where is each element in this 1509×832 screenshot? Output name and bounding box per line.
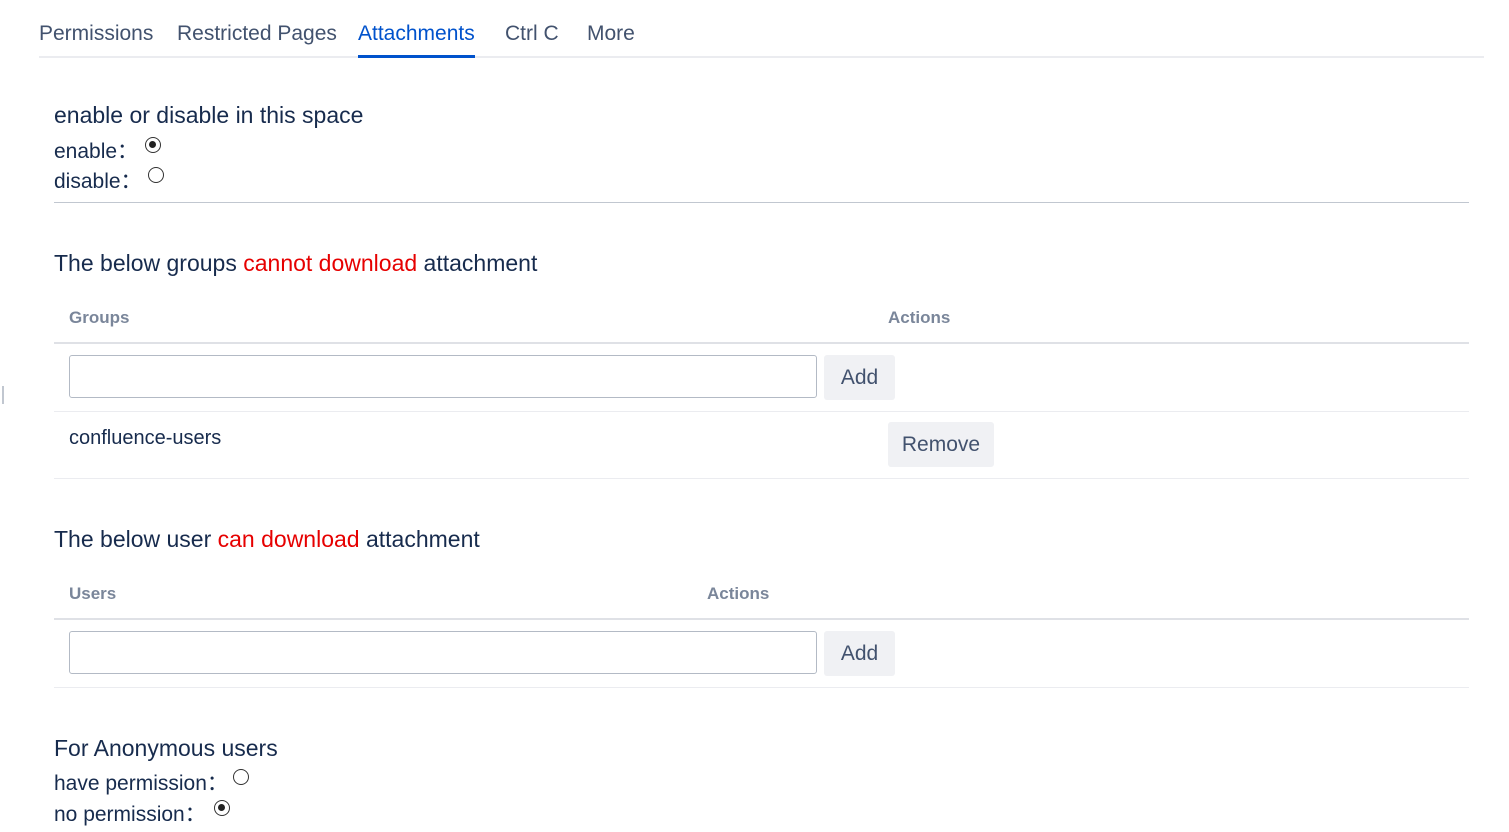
disable-row: disable： — [54, 165, 142, 195]
disable-radio[interactable] — [148, 167, 164, 183]
groups-row-divider — [54, 411, 1469, 412]
users-header-divider — [54, 618, 1469, 620]
tab-bar: Permissions Restricted Pages Attachments… — [39, 18, 1484, 58]
users-title-highlight: can download — [217, 526, 360, 552]
no-permission-radio[interactable] — [214, 800, 230, 816]
users-input[interactable] — [69, 631, 817, 674]
groups-title-post: attachment — [417, 250, 538, 276]
users-column-header: Users — [69, 584, 117, 603]
groups-section-title: The below groups cannot download attachm… — [54, 250, 537, 277]
users-title-pre: The below user — [54, 526, 218, 552]
users-add-button[interactable]: Add — [824, 631, 895, 676]
groups-add-button[interactable]: Add — [824, 355, 895, 400]
group-name-cell: confluence-users — [69, 427, 222, 449]
groups-input[interactable] — [69, 355, 817, 398]
groups-actions-header: Actions — [888, 308, 951, 327]
tab-ctrl-c[interactable]: Ctrl C — [505, 22, 559, 56]
no-permission-label: no permission： — [54, 803, 206, 826]
disable-label: disable： — [54, 170, 142, 193]
tab-permissions[interactable]: Permissions — [39, 22, 153, 56]
tab-more[interactable]: More — [587, 22, 635, 56]
tab-restricted-pages[interactable]: Restricted Pages — [177, 22, 337, 56]
enable-row: enable： — [54, 135, 138, 165]
users-section-title: The below user can download attachment — [54, 526, 480, 553]
resize-handle[interactable] — [2, 386, 4, 404]
space-toggle-title: enable or disable in this space — [54, 102, 364, 128]
remove-group-button[interactable]: Remove — [888, 422, 994, 467]
users-actions-header: Actions — [707, 584, 770, 603]
tab-attachments[interactable]: Attachments — [358, 22, 475, 58]
attachments-settings-page: Permissions Restricted Pages Attachments… — [0, 0, 1509, 832]
groups-row-divider — [54, 478, 1469, 479]
have-permission-row: have permission： — [54, 767, 228, 797]
groups-title-pre: The below groups — [54, 250, 244, 276]
no-permission-row: no permission： — [54, 798, 206, 828]
groups-header-divider — [54, 342, 1469, 344]
have-permission-label: have permission： — [54, 772, 228, 795]
groups-column-header: Groups — [69, 308, 130, 327]
users-row-divider — [54, 687, 1469, 688]
enable-radio[interactable] — [145, 137, 161, 153]
have-permission-radio[interactable] — [233, 769, 249, 785]
anonymous-section-title: For Anonymous users — [54, 735, 278, 761]
groups-title-highlight: cannot download — [243, 250, 418, 276]
users-title-post: attachment — [359, 526, 480, 552]
enable-label: enable： — [54, 140, 139, 163]
section-divider — [54, 202, 1469, 203]
